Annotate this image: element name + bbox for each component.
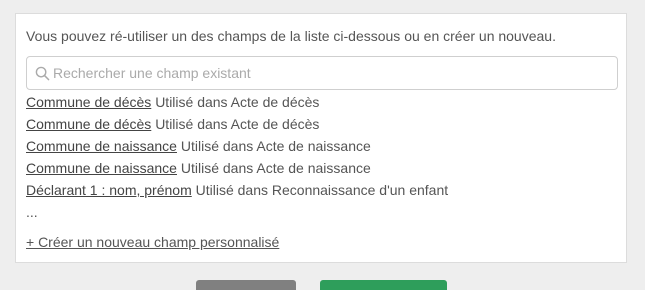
field-link[interactable]: Commune de naissance (26, 160, 177, 176)
list-item: Commune de naissance Utilisé dans Acte d… (26, 138, 448, 160)
search-input[interactable] (53, 57, 613, 89)
create-custom-field-link[interactable]: + Créer un nouveau champ personnalisé (26, 234, 279, 250)
field-link[interactable]: Déclarant 1 : nom, prénom (26, 182, 192, 198)
field-link[interactable]: Commune de naissance (26, 138, 177, 154)
field-usage: Utilisé dans Acte de naissance (180, 160, 371, 176)
secondary-button[interactable] (196, 280, 296, 290)
field-link[interactable]: Commune de décès (26, 94, 151, 110)
search-icon (35, 66, 50, 81)
field-usage: Utilisé dans Acte de décès (155, 116, 320, 132)
field-usage: Utilisé dans Acte de décès (155, 94, 320, 110)
field-picker-panel: Vous pouvez ré-utiliser un des champs de… (15, 13, 627, 263)
list-item: Commune de décès Utilisé dans Acte de dé… (26, 94, 448, 116)
intro-text: Vous pouvez ré-utiliser un des champs de… (26, 28, 556, 44)
primary-button[interactable] (320, 280, 447, 290)
search-box[interactable] (26, 56, 618, 90)
list-item: Déclarant 1 : nom, prénom Utilisé dans R… (26, 182, 448, 204)
list-item: Commune de naissance Utilisé dans Acte d… (26, 160, 448, 182)
field-usage: Utilisé dans Acte de naissance (180, 138, 371, 154)
field-list: Commune de décès Utilisé dans Acte de dé… (26, 94, 448, 204)
field-link[interactable]: Commune de décès (26, 116, 151, 132)
more-indicator: ... (26, 204, 38, 220)
list-item: Commune de décès Utilisé dans Acte de dé… (26, 116, 448, 138)
field-usage: Utilisé dans Reconnaissance d'un enfant (195, 182, 449, 198)
